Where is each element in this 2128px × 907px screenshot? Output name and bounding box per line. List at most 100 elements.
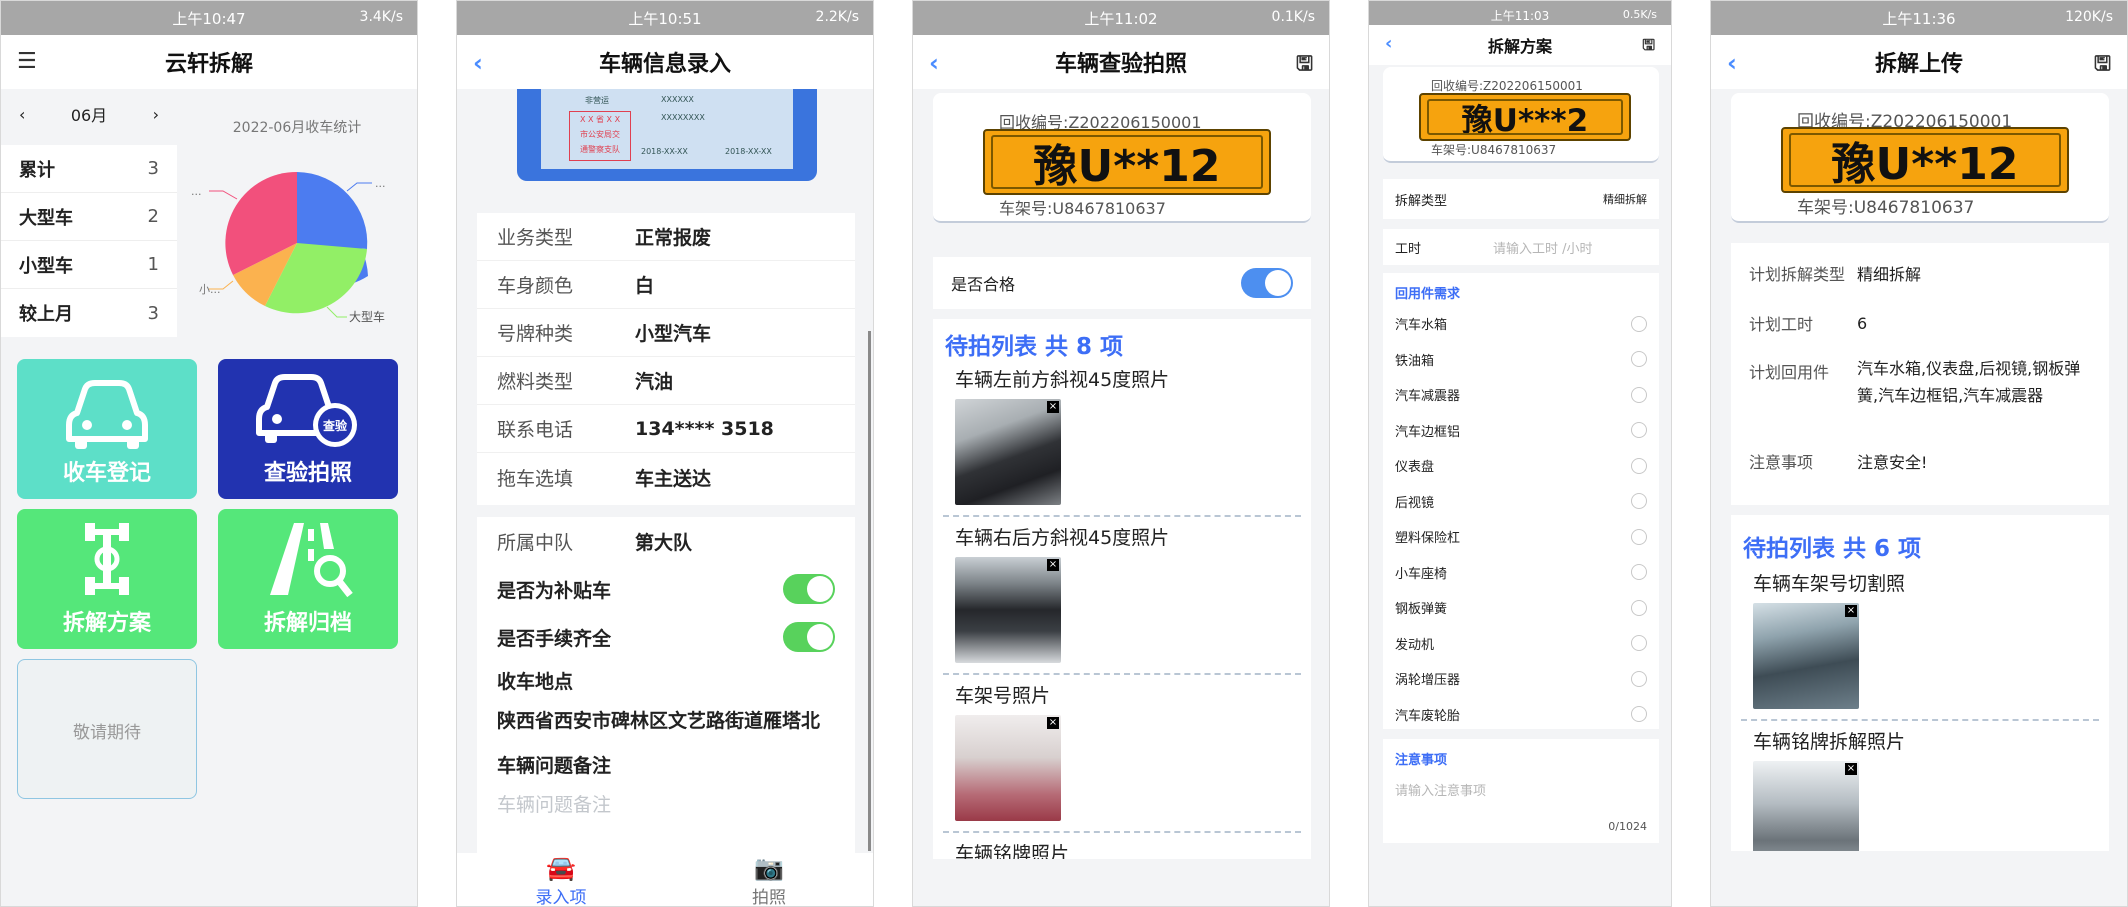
part-radio[interactable] xyxy=(1631,386,1647,403)
pie-label: ... xyxy=(191,185,202,198)
plate-card: 回收编号:Z202206150001 豫U**12 车架号:U846781063… xyxy=(933,93,1311,223)
current-month: 06月 xyxy=(70,106,108,125)
tile-coming-soon: 敬请期待 xyxy=(17,659,197,799)
field-row[interactable]: 联系电话 134**** 3518 xyxy=(477,405,855,453)
dismantle-type-row[interactable]: 拆解类型 精细拆解 xyxy=(1383,179,1659,219)
part-option[interactable]: 钢板弹簧 xyxy=(1383,590,1659,626)
photo-thumbnail[interactable]: × xyxy=(1753,761,1859,851)
notes-card: 注意事项 请输入注意事项 0/1024 xyxy=(1383,739,1659,843)
tile-dismantle-plan[interactable]: 拆解方案 xyxy=(17,509,197,649)
prev-month-icon[interactable]: ‹ xyxy=(19,105,25,124)
status-network: 2.2K/s xyxy=(815,9,859,25)
photo-thumbnail[interactable]: × xyxy=(955,715,1061,821)
delete-icon[interactable]: × xyxy=(1047,401,1059,413)
location-label: 收车地点 xyxy=(497,671,574,693)
part-radio[interactable] xyxy=(1631,706,1647,723)
part-radio[interactable] xyxy=(1631,635,1647,652)
part-radio[interactable] xyxy=(1631,457,1647,474)
stat-item: 较上月 3 xyxy=(19,302,159,326)
save-icon[interactable]: 🖫 xyxy=(1296,49,1313,83)
part-option[interactable]: 汽车边框铝 xyxy=(1383,413,1659,449)
status-time: 上午10:51 xyxy=(628,9,702,28)
delete-icon[interactable]: × xyxy=(1845,763,1857,775)
tab-input[interactable]: 🚘 录入项 xyxy=(457,853,665,906)
notes-input[interactable]: 请输入注意事项 xyxy=(1383,768,1659,799)
back-icon[interactable]: ‹ xyxy=(1385,33,1392,54)
pie-label: ... xyxy=(375,177,386,190)
delete-icon[interactable]: × xyxy=(1047,717,1059,729)
switch-row: 是否为补贴车 xyxy=(477,565,855,613)
tile-dismantle-archive[interactable]: 拆解归档 xyxy=(218,509,398,649)
back-icon[interactable]: ‹ xyxy=(473,49,483,77)
pie-label: 小... xyxy=(199,283,221,296)
list-item-label: 车辆车架号切割照 xyxy=(1753,573,1906,595)
field-row[interactable]: 业务类型 正常报废 xyxy=(477,213,855,261)
part-option[interactable]: 塑料保险杠 xyxy=(1383,519,1659,555)
part-radio[interactable] xyxy=(1631,670,1647,687)
save-icon[interactable]: 🖫 xyxy=(1642,35,1655,60)
plan-row: 计划工时 6 xyxy=(1749,313,1868,335)
vehicle-license-image: 非营运 XXXXXX XXXXXXXX X X 省 X X 市公安局交 通警察支… xyxy=(517,89,817,181)
photo-list: 待拍列表 共 6 项 车辆车架号切割照 × 车辆铭牌拆解照片 × xyxy=(1731,515,2109,851)
part-label: 发动机 xyxy=(1395,637,1435,653)
part-option[interactable]: 仪表盘 xyxy=(1383,448,1659,484)
screen-dismantle-plan: 上午11:03 0.5K/s ‹ 拆解方案 🖫 回收编号:Z2022061500… xyxy=(1368,0,1672,907)
part-radio[interactable] xyxy=(1631,599,1647,616)
list-item-label: 车辆铭牌照片 xyxy=(955,843,1070,859)
part-option[interactable]: 汽车水箱 xyxy=(1383,306,1659,342)
documents-toggle[interactable] xyxy=(783,622,835,652)
status-network: 120K/s xyxy=(2065,9,2113,25)
field-row[interactable]: 车身颜色白 xyxy=(477,261,855,309)
subsidy-toggle[interactable] xyxy=(783,574,835,604)
part-radio[interactable] xyxy=(1631,528,1647,545)
qualified-row: 是否合格 xyxy=(933,257,1311,309)
delete-icon[interactable]: × xyxy=(1845,605,1857,617)
field-row[interactable]: 拖车选填 车主送达 xyxy=(477,453,855,501)
stats-list: 累计 3 大型车 2 小型车 1 较上月 3 xyxy=(1,145,177,337)
part-option[interactable]: 后视镜 xyxy=(1383,484,1659,520)
status-time: 上午11:02 xyxy=(1084,9,1158,28)
back-icon[interactable]: ‹ xyxy=(929,49,939,77)
hours-input[interactable]: 请输入工时 /小时 xyxy=(1493,238,1593,257)
page-title: 拆解方案 xyxy=(1487,37,1552,56)
part-option[interactable]: 小车座椅 xyxy=(1383,555,1659,591)
back-icon[interactable]: ‹ xyxy=(1727,49,1737,77)
part-radio[interactable] xyxy=(1631,493,1647,510)
photo-thumbnail[interactable]: × xyxy=(1753,603,1859,709)
frame-number: 车架号:U8467810637 xyxy=(999,199,1166,218)
photo-thumbnail[interactable]: × xyxy=(955,399,1061,505)
part-option[interactable]: 铁油箱 xyxy=(1383,342,1659,378)
menu-icon[interactable]: ☰ xyxy=(17,49,37,74)
part-radio[interactable] xyxy=(1631,351,1647,368)
scrollbar[interactable] xyxy=(868,331,871,851)
delete-icon[interactable]: × xyxy=(1047,559,1059,571)
field-row[interactable]: 号牌种类 小型汽车 xyxy=(477,309,855,357)
part-option[interactable]: 涡轮增压器 xyxy=(1383,661,1659,697)
part-option[interactable]: 汽车减震器 xyxy=(1383,377,1659,413)
screen-dismantle-upload: 上午11:36 120K/s ‹ 拆解上传 🖫 回收编号:Z2022061500… xyxy=(1710,0,2128,907)
status-network: 0.5K/s xyxy=(1622,8,1657,21)
tile-inspection-photo[interactable]: 查验 查验拍照 xyxy=(218,359,398,499)
part-label: 塑料保险杠 xyxy=(1395,531,1461,547)
list-title: 待拍列表 共 6 项 xyxy=(1743,536,1922,562)
part-option[interactable]: 汽车废轮胎 xyxy=(1383,697,1659,733)
part-radio[interactable] xyxy=(1631,564,1647,581)
qualified-toggle[interactable] xyxy=(1241,268,1293,298)
tab-photo[interactable]: 📷 拍照 xyxy=(665,853,873,906)
tile-vehicle-receive[interactable]: 收车登记 xyxy=(17,359,197,499)
photo-thumbnail[interactable]: × xyxy=(955,557,1061,663)
part-radio[interactable] xyxy=(1631,315,1647,332)
part-option[interactable]: 发动机 xyxy=(1383,626,1659,662)
status-time: 上午11:36 xyxy=(1882,9,1956,28)
next-month-icon[interactable]: › xyxy=(153,105,159,124)
save-icon[interactable]: 🖫 xyxy=(2094,49,2111,83)
remark-input[interactable]: 车辆问题备注 xyxy=(477,778,855,817)
part-label: 铁油箱 xyxy=(1395,353,1435,369)
location-value[interactable]: 陕西省西安市碑林区文艺路街道雁塔北 xyxy=(477,694,855,733)
list-item-label: 车架号照片 xyxy=(955,685,1051,707)
field-row[interactable]: 燃料类型 汽油 xyxy=(477,357,855,405)
field-row[interactable]: 所属中队 第大队 xyxy=(477,517,855,565)
part-radio[interactable] xyxy=(1631,422,1647,439)
stat-item: 大型车 2 xyxy=(1,193,177,241)
screen-vehicle-info: 上午10:51 2.2K/s ‹ 车辆信息录入 非营运 XXXXXX XXXXX… xyxy=(456,0,874,907)
